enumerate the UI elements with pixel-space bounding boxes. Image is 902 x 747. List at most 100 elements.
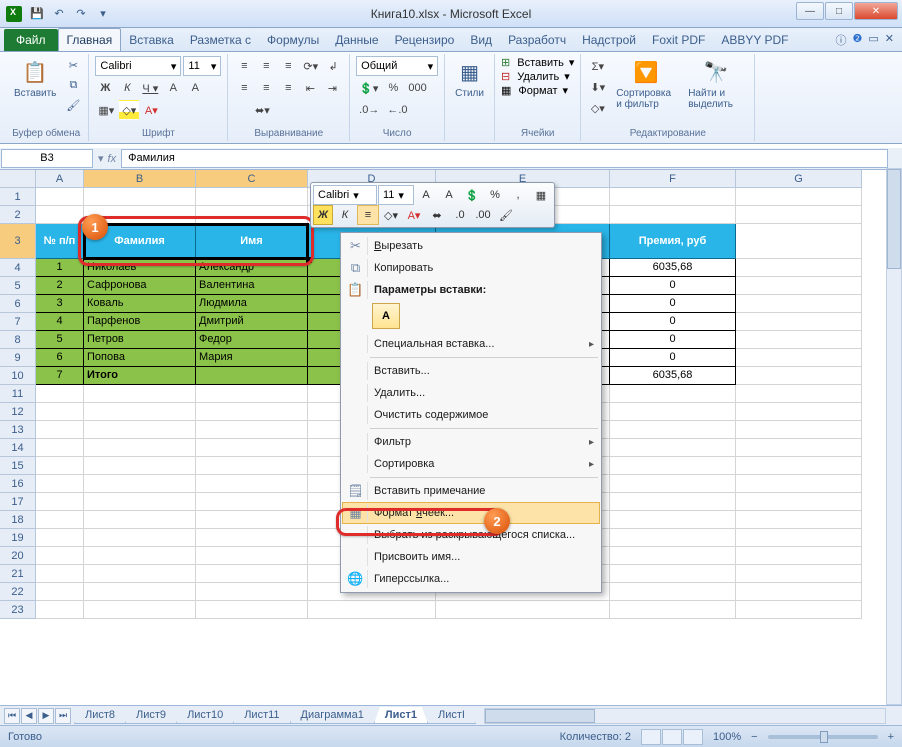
fx-dropdown-icon[interactable]: ▾ xyxy=(98,152,104,165)
cells-delete-button[interactable]: ⊟ Удалить ▾ xyxy=(501,70,570,83)
help-icon[interactable]: ❷ xyxy=(853,32,863,48)
increase-decimal-icon[interactable]: .0→ xyxy=(356,100,382,120)
col-header-c[interactable]: C xyxy=(196,170,308,188)
mini-font-size[interactable]: 11▾ xyxy=(378,185,414,205)
sheet-nav-last[interactable]: ⏭ xyxy=(55,708,71,724)
table-cell[interactable]: 3 xyxy=(36,295,84,313)
align-right-icon[interactable]: ≡ xyxy=(278,78,298,98)
mini-fill-color-icon[interactable]: ◇▾ xyxy=(380,205,402,225)
close-button[interactable]: ✕ xyxy=(854,2,898,20)
align-center-icon[interactable]: ≡ xyxy=(256,78,276,98)
ctx-clear[interactable]: Очистить содержимое xyxy=(342,404,600,426)
paste-button[interactable]: 📋 Вставить xyxy=(10,56,60,101)
mini-currency-icon[interactable]: 💲 xyxy=(461,185,483,205)
scrollbar-thumb[interactable] xyxy=(887,169,901,269)
tab-developer[interactable]: Разработч xyxy=(500,29,574,51)
bold-button[interactable]: Ж xyxy=(95,78,115,98)
ctx-copy[interactable]: ⧉Копировать xyxy=(342,257,600,279)
zoom-slider-thumb[interactable] xyxy=(820,731,828,743)
cells-format-button[interactable]: ▦ Формат ▾ xyxy=(501,84,568,97)
view-page-break-button[interactable] xyxy=(683,729,703,745)
table-cell[interactable] xyxy=(196,367,308,385)
mini-font-color-icon[interactable]: A▾ xyxy=(403,205,425,225)
horizontal-scrollbar[interactable] xyxy=(484,708,886,724)
tab-review[interactable]: Рецензиро xyxy=(387,29,463,51)
fill-icon[interactable]: ⬇▾ xyxy=(587,77,608,97)
ctx-format-cells[interactable]: ▦Формат ячеек... xyxy=(342,502,600,524)
font-size-select[interactable]: 11▾ xyxy=(183,56,221,76)
tab-view[interactable]: Вид xyxy=(462,29,500,51)
table-cell[interactable]: 0 xyxy=(610,349,736,367)
border-button[interactable]: ▦▾ xyxy=(95,100,117,120)
undo-icon[interactable]: ↶ xyxy=(50,5,68,23)
selection-fill-handle[interactable] xyxy=(306,257,312,263)
sheet-tab[interactable]: Лист11 xyxy=(233,707,290,724)
sheet-tab-active[interactable]: Лист1 xyxy=(374,707,428,724)
table-cell[interactable]: Попова xyxy=(84,349,196,367)
vertical-scrollbar[interactable] xyxy=(886,168,902,705)
row-header[interactable]: 13 xyxy=(0,421,36,439)
row-header[interactable]: 12 xyxy=(0,403,36,421)
decrease-decimal-icon[interactable]: ←.0 xyxy=(384,100,410,120)
table-cell[interactable]: 5 xyxy=(36,331,84,349)
find-select-button[interactable]: 🔭 Найти и выделить xyxy=(684,56,748,112)
row-header[interactable]: 21 xyxy=(0,565,36,583)
increase-indent-icon[interactable]: ⇥ xyxy=(322,78,342,98)
col-header-f[interactable]: F xyxy=(610,170,736,188)
increase-font-icon[interactable]: A xyxy=(163,78,183,98)
tab-data[interactable]: Данные xyxy=(327,29,386,51)
ctx-paste-special[interactable]: Специальная вставка... xyxy=(342,333,600,355)
sheet-tab[interactable]: Диаграмма1 xyxy=(290,707,375,724)
table-cell[interactable]: Дмитрий xyxy=(196,313,308,331)
tab-insert[interactable]: Вставка xyxy=(121,29,182,51)
mini-comma-icon[interactable]: , xyxy=(507,185,529,205)
row-header[interactable]: 10 xyxy=(0,367,36,385)
col-header-a[interactable]: A xyxy=(36,170,84,188)
format-painter-icon[interactable]: 🖌 xyxy=(64,96,82,114)
sheet-nav-prev[interactable]: ◀ xyxy=(21,708,37,724)
fx-icon[interactable]: fx xyxy=(108,153,117,165)
scrollbar-thumb[interactable] xyxy=(485,709,595,723)
ctx-hyperlink[interactable]: 🌐Гиперссылка... xyxy=(342,568,600,590)
ribbon-close-icon[interactable]: ✕ xyxy=(885,32,894,48)
sheet-tab[interactable]: Лист10 xyxy=(176,707,234,724)
mini-inc-decimal-icon[interactable]: .00 xyxy=(472,205,494,225)
tab-layout[interactable]: Разметка с xyxy=(182,29,259,51)
row-header[interactable]: 9 xyxy=(0,349,36,367)
row-header[interactable]: 7 xyxy=(0,313,36,331)
table-cell[interactable]: Сафронова xyxy=(84,277,196,295)
table-cell[interactable]: Итого xyxy=(84,367,196,385)
row-header[interactable]: 8 xyxy=(0,331,36,349)
tab-file[interactable]: Файл xyxy=(4,29,58,51)
ctx-define-name[interactable]: Присвоить имя... xyxy=(342,546,600,568)
maximize-button[interactable]: □ xyxy=(825,2,853,20)
name-box[interactable]: B3 xyxy=(1,149,93,168)
table-cell[interactable]: 0 xyxy=(610,331,736,349)
ctx-cut[interactable]: ✂Вырезать xyxy=(342,235,600,257)
italic-button[interactable]: К xyxy=(117,78,137,98)
row-header[interactable]: 4 xyxy=(0,259,36,277)
mini-bold-button[interactable]: Ж xyxy=(313,205,333,225)
data-header[interactable]: Фамилия xyxy=(84,224,196,259)
table-cell[interactable]: 6 xyxy=(36,349,84,367)
row-header[interactable]: 2 xyxy=(0,206,36,224)
table-cell[interactable]: Александр xyxy=(196,259,308,277)
col-header-b[interactable]: B xyxy=(84,170,196,188)
underline-button[interactable]: Ч ▾ xyxy=(139,78,161,98)
mini-shrink-font-icon[interactable]: A xyxy=(438,185,460,205)
fill-color-button[interactable]: ◇▾ xyxy=(119,100,139,120)
wrap-text-icon[interactable]: ↲ xyxy=(323,56,343,76)
table-cell[interactable]: 7 xyxy=(36,367,84,385)
align-bottom-icon[interactable]: ≡ xyxy=(278,56,298,76)
mini-border-icon[interactable]: ▦ xyxy=(530,185,552,205)
row-header[interactable]: 16 xyxy=(0,475,36,493)
row-header[interactable]: 6 xyxy=(0,295,36,313)
table-cell[interactable]: 1 xyxy=(36,259,84,277)
ctx-delete[interactable]: Удалить... xyxy=(342,382,600,404)
table-cell[interactable]: Людмила xyxy=(196,295,308,313)
mini-font-family[interactable]: Calibri▾ xyxy=(313,185,377,205)
table-cell[interactable]: Николаев xyxy=(84,259,196,277)
row-header[interactable]: 11 xyxy=(0,385,36,403)
row-header[interactable]: 5 xyxy=(0,277,36,295)
row-header[interactable]: 20 xyxy=(0,547,36,565)
